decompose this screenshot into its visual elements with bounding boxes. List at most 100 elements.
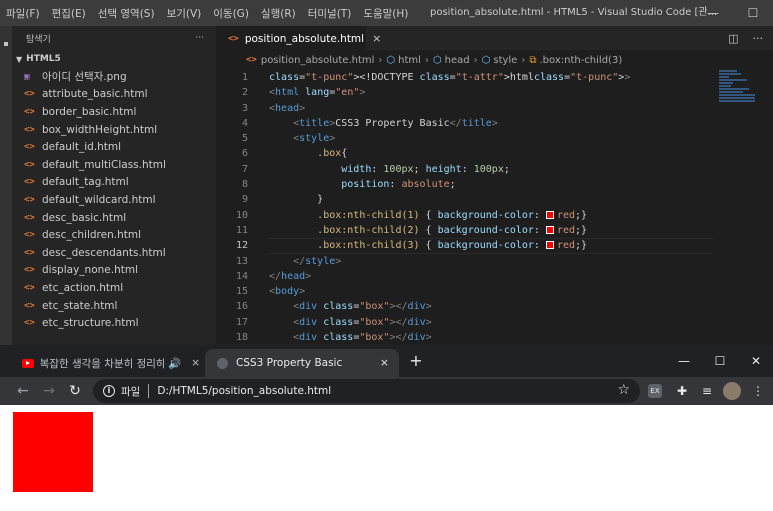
code-line[interactable]: 8 position: absolute; — [216, 177, 773, 192]
code-line[interactable]: 9 } — [216, 192, 773, 207]
menu-selection[interactable]: 선택 영역(S) — [92, 6, 161, 21]
minimize-icon[interactable]: — — [665, 345, 703, 377]
code-line[interactable]: 18 <div class="box"></div> — [216, 330, 773, 345]
more-actions-icon[interactable]: ··· — [195, 33, 204, 43]
menu-terminal[interactable]: 터미널(T) — [302, 6, 358, 21]
html-icon: <> — [24, 89, 35, 100]
audio-icon[interactable]: 🔊 — [168, 357, 181, 370]
chevron-right-icon: › — [424, 54, 429, 66]
breadcrumb-file[interactable]: position_absolute.html — [261, 55, 375, 66]
close-window-icon[interactable]: ✕ — [737, 345, 773, 377]
code-line[interactable]: 11 .box:nth-child(2) { background-color:… — [216, 223, 773, 238]
breadcrumb-selector[interactable]: .box:nth-child(3) — [539, 55, 622, 66]
code-line[interactable]: 13 </style> — [216, 254, 773, 269]
close-icon[interactable]: × — [372, 32, 381, 45]
reload-icon[interactable]: ↻ — [64, 380, 86, 402]
menu-help[interactable]: 도움말(H) — [357, 6, 414, 21]
menu-go[interactable]: 이동(G) — [207, 6, 255, 21]
info-icon[interactable]: i — [103, 385, 115, 397]
avatar[interactable] — [723, 382, 741, 400]
code-line[interactable]: 1 class="t-punc"><!DOCTYPE class="t-attr"… — [216, 70, 773, 85]
file-item[interactable]: <> etc_state.html — [12, 297, 216, 315]
kebab-menu-icon[interactable]: ⋮ — [749, 382, 767, 400]
tab-css3-property-basic[interactable]: CSS3 Property Basic × — [205, 349, 399, 377]
url-text[interactable]: D:/HTML5/position_absolute.html — [157, 385, 331, 397]
file-item[interactable]: <> display_none.html — [12, 262, 216, 280]
breadcrumb-html[interactable]: html — [398, 55, 421, 66]
code-line[interactable]: 10 .box:nth-child(1) { background-color:… — [216, 208, 773, 223]
minimap[interactable] — [719, 70, 759, 110]
breadcrumb-style[interactable]: style — [493, 55, 517, 66]
file-item[interactable]: <> border_basic.html — [12, 103, 216, 121]
vscode-titlebar: 파일(F) 편집(E) 선택 영역(S) 보기(V) 이동(G) 실행(R) 터… — [0, 0, 773, 26]
explorer-icon[interactable] — [4, 42, 8, 46]
cube-icon: ⬡ — [481, 54, 491, 66]
file-item[interactable]: <> desc_descendants.html — [12, 244, 216, 262]
file-item[interactable]: <> box_widthHeight.html — [12, 121, 216, 139]
back-icon[interactable]: ← — [12, 380, 34, 402]
file-label: border_basic.html — [42, 105, 137, 118]
file-item[interactable]: <> default_multiClass.html — [12, 156, 216, 174]
file-item[interactable]: <> attribute_basic.html — [12, 86, 216, 104]
html-icon: <> — [24, 230, 35, 241]
code-line[interactable]: 12 .box:nth-child(3) { background-color:… — [216, 238, 773, 254]
extensions-puzzle-icon[interactable]: ✚ — [673, 382, 691, 400]
selector-icon: ⧉ — [529, 54, 537, 66]
close-icon[interactable]: × — [191, 357, 200, 369]
forward-icon[interactable]: → — [38, 380, 60, 402]
menu-view[interactable]: 보기(V) — [161, 6, 208, 21]
line-number: 11 — [235, 224, 248, 236]
menu-file[interactable]: 파일(F) — [0, 6, 46, 21]
color-swatch-icon[interactable] — [545, 241, 554, 250]
file-item[interactable]: <> default_tag.html — [12, 174, 216, 192]
maximize-icon[interactable]: ☐ — [701, 345, 739, 377]
file-item[interactable]: <> default_id.html — [12, 138, 216, 156]
more-icon[interactable]: ··· — [753, 32, 764, 45]
tab-position-absolute[interactable]: <> position_absolute.html × — [216, 26, 381, 50]
file-label: desc_descendants.html — [42, 246, 166, 259]
code-line[interactable]: 15 <body> — [216, 284, 773, 299]
html-icon: <> — [24, 142, 35, 153]
file-item[interactable]: ▣ 아이디 선택자.png — [12, 68, 216, 86]
new-tab-button[interactable]: + — [406, 351, 426, 371]
code-line[interactable]: 2 <html lang="en"> — [216, 85, 773, 100]
folder-html5[interactable]: ▼ HTML5 — [12, 50, 216, 68]
color-swatch-icon[interactable] — [545, 210, 554, 219]
bookmark-star-icon[interactable]: ☆ — [617, 382, 630, 398]
file-item[interactable]: <> desc_children.html — [12, 226, 216, 244]
code-line[interactable]: 4 <title>CSS3 Property Basic</title> — [216, 116, 773, 131]
line-number: 16 — [235, 301, 248, 313]
line-number: 4 — [241, 117, 248, 129]
file-item[interactable]: <> desc_basic.html — [12, 209, 216, 227]
menu-edit[interactable]: 편집(E) — [46, 6, 92, 21]
html-icon: <> — [24, 318, 35, 329]
line-number: 17 — [235, 316, 248, 328]
maximize-icon[interactable]: ☐ — [733, 0, 773, 26]
menu-run[interactable]: 실행(R) — [255, 6, 302, 21]
extension-ex-icon[interactable]: EX — [648, 384, 662, 398]
code-line[interactable]: 16 <div class="box"></div> — [216, 299, 773, 314]
color-swatch-icon[interactable] — [545, 225, 554, 234]
html-icon: <> — [24, 106, 35, 117]
code-line[interactable]: 6 .box{ — [216, 146, 773, 161]
code-text: .box:nth-child(2) { background-color: re… — [317, 224, 588, 236]
file-item[interactable]: <> etc_action.html — [12, 279, 216, 297]
code-line[interactable]: 14 </head> — [216, 269, 773, 284]
code-line[interactable]: 17 <div class="box"></div> — [216, 315, 773, 330]
close-icon[interactable]: × — [380, 357, 389, 369]
code-editor[interactable]: 1 class="t-punc"><!DOCTYPE class="t-attr"… — [216, 70, 773, 345]
code-line[interactable]: 3 <head> — [216, 101, 773, 116]
minimize-icon[interactable]: — — [693, 0, 733, 26]
code-text: </style> — [293, 255, 342, 267]
code-line[interactable]: 7 width: 100px; height: 100px; — [216, 162, 773, 177]
split-editor-icon[interactable]: ◫ — [728, 32, 738, 45]
file-label: etc_structure.html — [42, 317, 139, 330]
breadcrumb-head[interactable]: head — [445, 55, 470, 66]
media-queue-icon[interactable]: ≡ — [698, 382, 716, 400]
address-bar[interactable]: i 파일 D:/HTML5/position_absolute.html ☆ — [93, 379, 640, 403]
line-number: 15 — [235, 286, 248, 298]
file-item[interactable]: <> default_wildcard.html — [12, 191, 216, 209]
code-line[interactable]: 5 <style> — [216, 131, 773, 146]
tab-youtube[interactable]: 복잡한 생각을 차분히 정리하 🔊 × — [14, 349, 200, 377]
file-item[interactable]: <> etc_structure.html — [12, 314, 216, 332]
